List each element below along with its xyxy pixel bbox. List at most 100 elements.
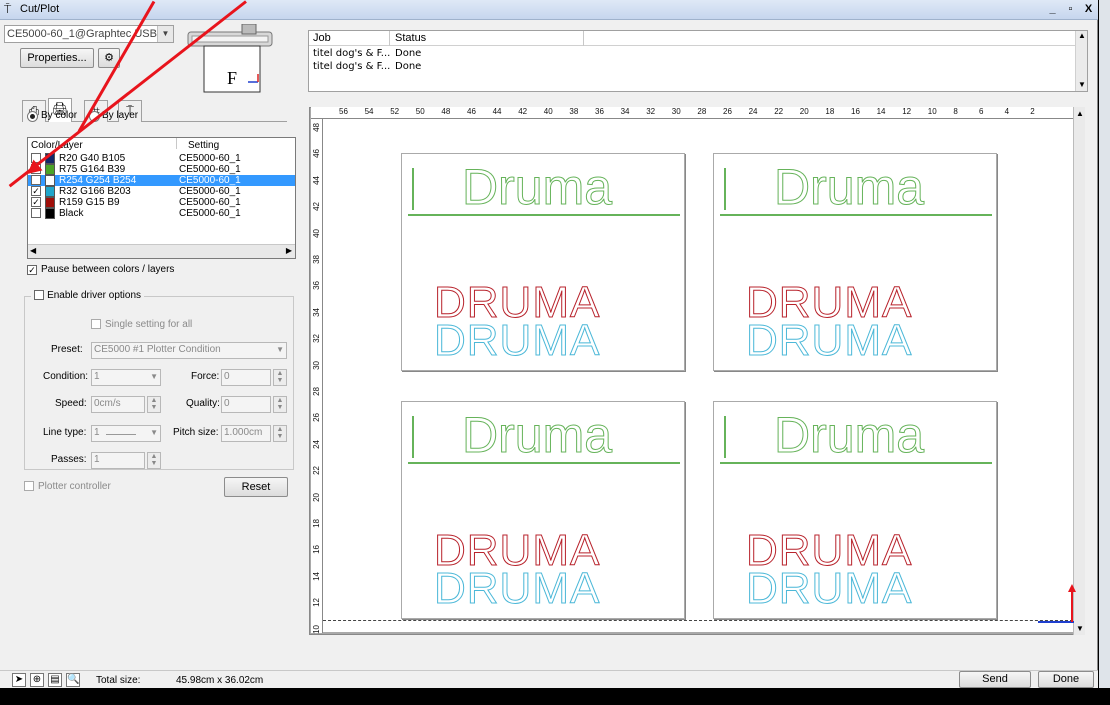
layer-checkbox[interactable] [31, 208, 41, 218]
color-layer-row[interactable]: R254 G254 B254 CE5000-60_1 [28, 175, 295, 186]
job-row[interactable]: titel dog's & F... Done [313, 61, 421, 72]
ruler-tick: 36 [312, 281, 321, 291]
design-underline [408, 214, 680, 216]
druma-script: Druma [461, 159, 613, 216]
ruler-tick: 46 [312, 149, 321, 159]
speed-input[interactable]: 0cm/s [91, 396, 145, 413]
chevron-down-icon[interactable]: ▼ [276, 345, 284, 354]
design-page[interactable]: Druma DRUMA DRUMA [401, 401, 685, 619]
passes-value: 1 [94, 454, 100, 465]
line-type-select[interactable]: 1 ▼ [91, 425, 161, 442]
design-underline [720, 214, 992, 216]
device-combo[interactable]: CE5000-60_1@Graphtec USB ▼ [4, 25, 174, 43]
color-swatch [45, 164, 55, 175]
reset-button[interactable]: Reset [224, 477, 288, 497]
ruler-tick: 18 [825, 107, 835, 116]
job-row[interactable]: titel dog's & F... Done [313, 48, 421, 59]
quality-input[interactable]: 0 [221, 396, 271, 413]
layer-checkbox[interactable]: ✓ [31, 197, 41, 207]
color-swatch [45, 208, 55, 219]
col-setting[interactable]: Setting [188, 140, 219, 151]
pitch-input[interactable]: 1.000cm [221, 425, 271, 442]
zoom-in-icon[interactable]: ⊕ [30, 673, 44, 687]
scroll-right-icon[interactable]: ▶ [286, 246, 292, 255]
force-value: 0 [224, 371, 230, 382]
maximize-button[interactable]: ▫ [1062, 2, 1079, 17]
color-layer-table[interactable]: Color/Layer Setting R20 G40 B105 CE5000-6… [27, 137, 296, 259]
force-stepper[interactable]: ▲ ▼ [273, 369, 287, 386]
scroll-up-icon[interactable]: ▲ [1076, 109, 1084, 118]
by-color-radio[interactable] [27, 111, 38, 122]
color-table-scrollbar[interactable]: ◀ ▶ [28, 244, 295, 258]
speed-stepper[interactable]: ▲ ▼ [147, 396, 161, 413]
send-button[interactable]: Send [959, 671, 1031, 688]
design-underline [408, 462, 680, 464]
layer-name: R32 G166 B203 [59, 186, 131, 197]
condition-label: Condition: [43, 371, 89, 382]
ruler-tick: 22 [312, 466, 321, 476]
minimize-button[interactable]: _ [1044, 2, 1061, 17]
ruler-tick: 46 [467, 107, 476, 116]
color-swatch [45, 175, 55, 186]
close-button[interactable]: X [1080, 2, 1097, 17]
ruler-tick: 10 [312, 624, 321, 634]
color-layer-row[interactable]: Black CE5000-60_1 [28, 208, 295, 219]
druma-script: Druma [773, 407, 925, 464]
force-input[interactable]: 0 [221, 369, 271, 386]
condition-select[interactable]: 1 ▼ [91, 369, 161, 386]
quality-stepper[interactable]: ▲ ▼ [273, 396, 287, 413]
single-setting-checkbox[interactable] [91, 319, 101, 329]
cut-sheet[interactable]: Druma DRUMA DRUMA Druma DRUMA DRUMA Druma DRUMA… [323, 119, 1073, 620]
passes-input[interactable]: 1 [91, 452, 145, 469]
pause-checkbox[interactable]: ✓ [27, 265, 37, 275]
color-layer-row[interactable]: ✓ R75 G164 B39 CE5000-60_1 [28, 164, 295, 175]
col-divider[interactable] [389, 31, 390, 46]
col-status[interactable]: Status [395, 32, 426, 44]
ruler-tick: 44 [312, 175, 321, 185]
passes-label: Passes: [51, 454, 87, 465]
druma-script: Druma [461, 407, 613, 464]
canvas-scrollbar[interactable]: ▲ ▼ [1073, 107, 1085, 635]
ruler-tick: 32 [646, 107, 656, 116]
ruler-tick: 26 [312, 413, 321, 423]
chevron-down-icon[interactable]: ▼ [150, 428, 158, 437]
pointer-tool-icon[interactable]: ➤ [12, 673, 26, 687]
job-list[interactable]: Job Status titel dog's & F... Done titel… [308, 30, 1088, 92]
origin-axes-icon [1038, 584, 1076, 623]
ruler-tick: 30 [312, 360, 321, 370]
by-color-label: By color [41, 110, 78, 121]
scroll-left-icon[interactable]: ◀ [30, 246, 36, 255]
layer-checkbox[interactable]: ✓ [31, 186, 41, 196]
col-divider[interactable] [176, 138, 177, 149]
design-page[interactable]: Druma DRUMA DRUMA [401, 153, 685, 371]
color-layer-row[interactable]: ✓ R159 G15 B9 CE5000-60_1 [28, 197, 295, 208]
zoom-icon[interactable]: 🔍 [66, 673, 80, 687]
col-divider[interactable] [583, 31, 584, 46]
done-button[interactable]: Done [1038, 671, 1094, 688]
design-page[interactable]: Druma DRUMA DRUMA [713, 153, 997, 371]
properties-button[interactable]: Properties... [20, 48, 94, 68]
quality-value: 0 [224, 398, 230, 409]
cut-plot-window: ⍑ Cut/Plot _ ▫ X CE5000-60_1@Graphtec US… [0, 0, 1098, 688]
job-list-scrollbar[interactable]: ▲ ▼ [1075, 31, 1087, 91]
color-layer-row[interactable]: R20 G40 B105 CE5000-60_1 [28, 153, 295, 164]
quality-label: Quality: [186, 398, 220, 409]
preset-label: Preset: [51, 344, 83, 355]
scroll-up-icon[interactable]: ▲ [1078, 31, 1086, 40]
line-type-value: 1 [94, 427, 100, 438]
passes-stepper[interactable]: ▲ ▼ [147, 452, 161, 469]
title-bar: ⍑ Cut/Plot _ ▫ X [0, 0, 1098, 20]
chevron-down-icon[interactable]: ▼ [150, 372, 158, 381]
col-job[interactable]: Job [313, 32, 331, 44]
ruler-tick: 8 [953, 107, 958, 116]
plotter-controller-checkbox[interactable] [24, 481, 34, 491]
layer-name: R254 G254 B254 [59, 175, 137, 186]
chevron-down-icon[interactable]: ▼ [157, 26, 173, 42]
pitch-stepper[interactable]: ▲ ▼ [273, 425, 287, 442]
enable-driver-checkbox[interactable] [34, 290, 44, 301]
color-layer-row[interactable]: ✓ R32 G166 B203 CE5000-60_1 [28, 186, 295, 197]
fit-page-icon[interactable]: ▤ [48, 673, 62, 687]
scroll-down-icon[interactable]: ▼ [1078, 80, 1086, 89]
design-page[interactable]: Druma DRUMA DRUMA [713, 401, 997, 619]
preset-select[interactable]: CE5000 #1 Plotter Condition ▼ [91, 342, 287, 359]
